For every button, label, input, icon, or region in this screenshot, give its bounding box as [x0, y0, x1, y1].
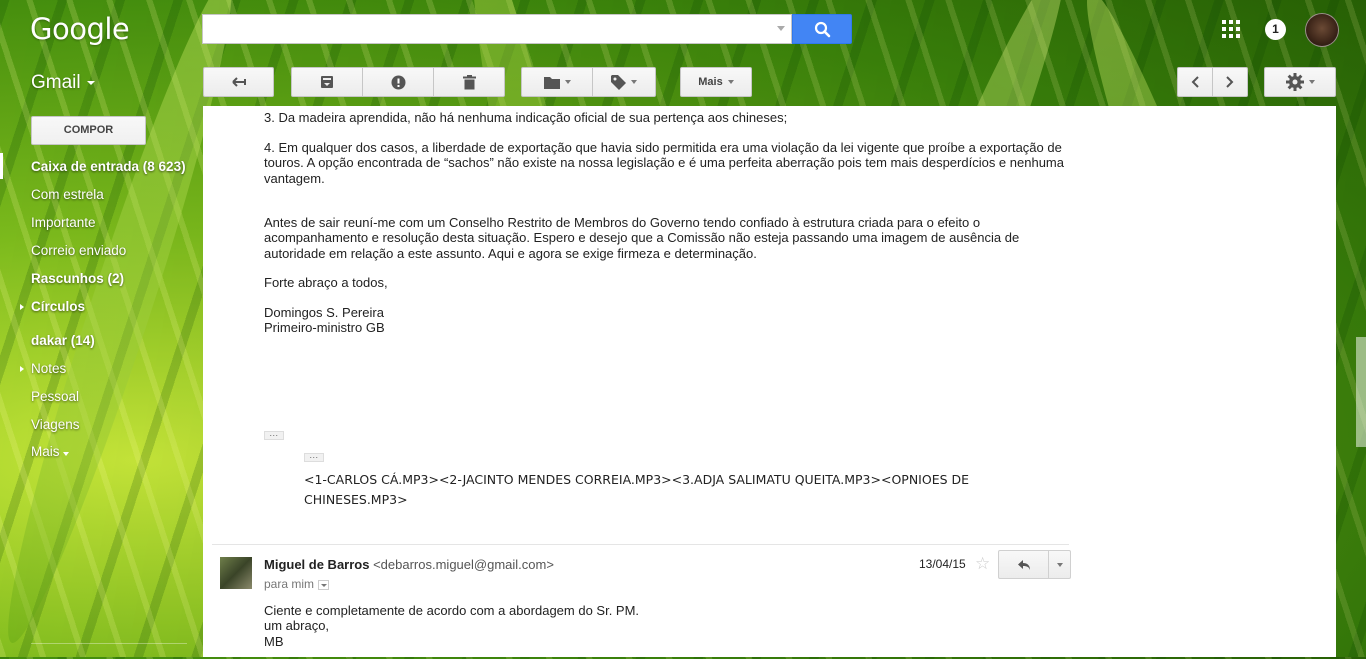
sidebar-divider [31, 643, 187, 644]
message-line: 4. Em qualquer dos casos, a liberdade de… [264, 140, 1062, 155]
signature-title: Primeiro-ministro GB [264, 320, 385, 336]
back-arrow-icon [231, 77, 246, 87]
attachments-line: <1-CARLOS CÁ.MP3><2-JACINTO MENDES CORRE… [304, 472, 970, 487]
message-line: autoridade em relação a este assunto. Aq… [264, 245, 757, 261]
recipient-label: para mim [264, 577, 315, 591]
reply-icon [1017, 559, 1030, 570]
show-trimmed-content-button[interactable]: ... [304, 451, 324, 462]
organize-button-group [521, 67, 656, 97]
more-actions-label: Mais [698, 76, 723, 88]
more-reply-options-button[interactable] [1048, 550, 1071, 579]
signature-name: Domingos S. Pereira [264, 305, 384, 320]
message-signature: Domingos S. Pereira Primeiro-ministro GB [264, 305, 385, 336]
message-paragraph: 4. Em qualquer dos casos, a liberdade de… [264, 140, 1064, 186]
labels-button[interactable] [592, 67, 656, 97]
google-logo[interactable]: Google [30, 12, 130, 46]
sidebar-item-dakar[interactable]: dakar (14) [31, 333, 95, 348]
message-line: Antes de sair reuní-me com um Conselho R… [264, 215, 981, 230]
settings-button[interactable] [1264, 67, 1336, 97]
gmail-app-switcher[interactable]: Gmail [31, 72, 95, 94]
gear-icon [1285, 73, 1304, 91]
sidebar-item-sent[interactable]: Correio enviado [31, 243, 126, 258]
notifications-badge[interactable]: 1 [1265, 19, 1286, 40]
sidebar-item-important[interactable]: Importante [31, 215, 96, 230]
delete-button[interactable] [433, 67, 505, 97]
chevron-down-icon [727, 80, 734, 84]
apps-grid-icon[interactable] [1222, 20, 1240, 38]
move-to-button[interactable] [521, 67, 593, 97]
chevron-left-icon [1191, 76, 1199, 88]
account-avatar[interactable] [1305, 13, 1339, 47]
message-line: acompanhamento e resolução desta situaçã… [264, 230, 1020, 246]
sidebar-item-label: Mais [31, 444, 60, 459]
message-paragraph: Antes de sair reuní-me com um Conselho R… [264, 215, 1019, 261]
sidebar-item-notes[interactable]: Notes [20, 361, 67, 376]
attachments-line: CHINESES.MP3> [304, 491, 408, 507]
chevron-down-icon [631, 80, 637, 84]
message-closing: Forte abraço a todos, [264, 275, 388, 290]
sidebar-item-starred[interactable]: Com estrela [31, 187, 104, 202]
expand-arrow-icon[interactable] [20, 366, 24, 372]
expand-arrow-icon[interactable] [20, 304, 24, 310]
folder-icon [543, 76, 560, 89]
show-details-chevron-icon[interactable] [318, 579, 330, 590]
search-icon [814, 21, 831, 38]
report-spam-button[interactable] [362, 67, 434, 97]
search-options-chevron-icon[interactable] [777, 26, 785, 31]
scrollbar-thumb[interactable] [1356, 337, 1366, 447]
newer-conversation-button[interactable] [1177, 67, 1213, 97]
action-button-group [291, 67, 505, 97]
conversation-view: 3. Da madeira aprendida, não há nenhuma … [203, 106, 1336, 657]
message-line: MB [264, 633, 284, 649]
chevron-right-icon [1226, 76, 1234, 88]
message-body: Ciente e completamente de acordo com a a… [264, 603, 639, 649]
chevron-down-icon [62, 452, 69, 456]
archive-icon [321, 76, 333, 88]
show-trimmed-content-button[interactable]: ... [264, 429, 284, 440]
gmail-label: Gmail [31, 72, 81, 93]
message-line: vantagem. [264, 170, 325, 186]
sidebar-item-viagens[interactable]: Viagens [31, 417, 80, 432]
archive-button[interactable] [291, 67, 363, 97]
back-to-inbox-button[interactable] [203, 67, 274, 97]
reply-button[interactable] [998, 550, 1049, 579]
sidebar-item-drafts[interactable]: Rascunhos (2) [31, 271, 124, 286]
sidebar-item-label: Círculos [31, 299, 86, 314]
chevron-down-icon [564, 80, 571, 84]
more-actions-button[interactable]: Mais [680, 67, 752, 97]
sidebar-item-circles[interactable]: Círculos [20, 299, 86, 314]
sender-line: Miguel de Barros <debarros.miguel@gmail.… [264, 557, 554, 572]
chevron-down-icon [1308, 80, 1315, 84]
label-tag-icon [611, 74, 626, 90]
recipient-line: para mim [264, 577, 330, 591]
search-input[interactable] [202, 14, 792, 44]
selected-folder-marker [0, 153, 3, 179]
spam-alert-icon [391, 75, 405, 89]
trash-icon [462, 74, 476, 89]
sender-name[interactable]: Miguel de Barros [264, 557, 369, 572]
pagination-group [1177, 67, 1248, 97]
chevron-down-icon [86, 80, 95, 85]
sidebar-item-more[interactable]: Mais [31, 444, 69, 459]
sidebar-item-pessoal[interactable]: Pessoal [31, 389, 79, 404]
sidebar-item-label: Notes [31, 361, 67, 376]
message-line: Ciente e completamente de acordo com a a… [264, 603, 640, 618]
older-conversation-button[interactable] [1212, 67, 1248, 97]
message-line: touros. A opção encontrada de “sachos” n… [264, 155, 1064, 171]
chevron-down-icon [1056, 562, 1063, 567]
attachments-list: <1-CARLOS CÁ.MP3><2-JACINTO MENDES CORRE… [304, 470, 1024, 509]
message-paragraph: 3. Da madeira aprendida, não há nenhuma … [264, 110, 788, 125]
compose-button[interactable]: COMPOR [31, 116, 146, 145]
message-line: um abraço, [264, 618, 330, 634]
search-button[interactable] [792, 14, 852, 44]
message-divider [212, 544, 1069, 545]
sidebar-item-inbox[interactable]: Caixa de entrada (8 623) [31, 159, 186, 174]
star-icon[interactable]: ☆ [975, 554, 990, 574]
sender-email: <debarros.miguel@gmail.com> [373, 557, 554, 572]
reply-button-group [998, 550, 1071, 579]
message-date: 13/04/15 [919, 557, 966, 571]
sender-avatar[interactable] [220, 557, 252, 589]
